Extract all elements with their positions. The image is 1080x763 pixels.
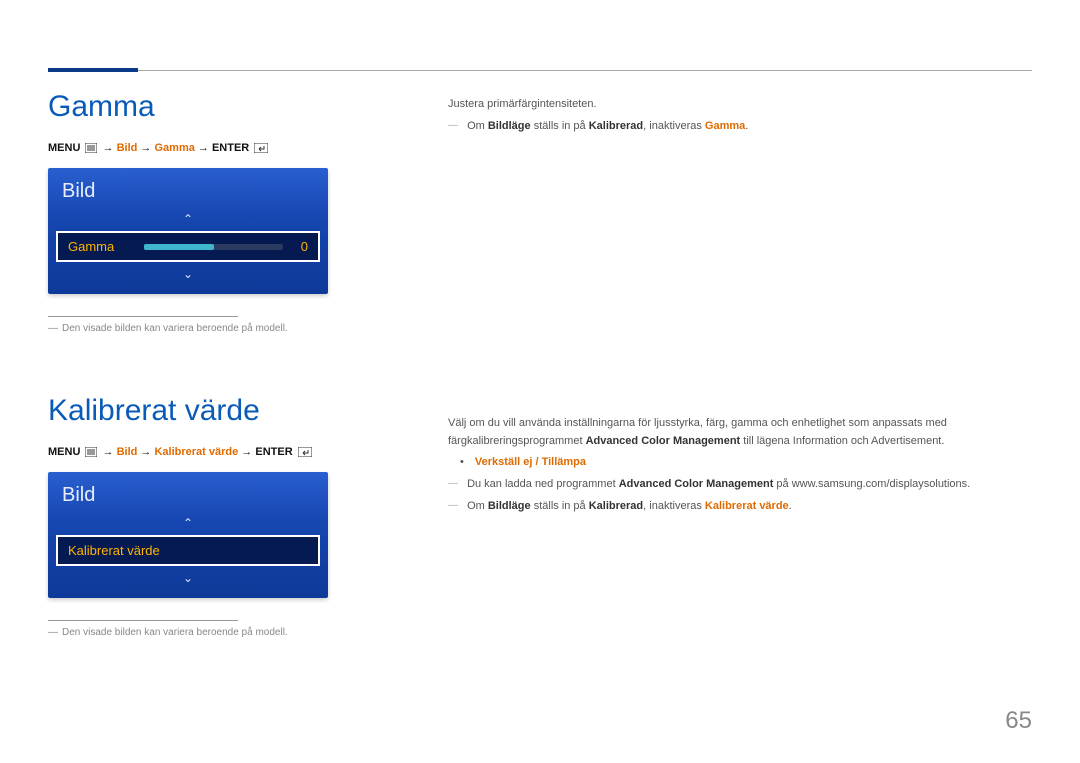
kalibrerat-right-text: Välj om du vill använda inställningarna …: [448, 415, 1032, 515]
breadcrumb-gamma: Gamma: [154, 142, 194, 154]
kalibrerat-osd-panel: Bild ⌃ Kalibrerat värde ⌄: [48, 472, 328, 598]
t: .: [789, 500, 792, 512]
chevron-down-icon[interactable]: ⌄: [48, 570, 328, 586]
breadcrumb-kalibrerat: Kalibrerat värde: [154, 446, 238, 458]
header-accent: [48, 68, 138, 72]
caption-dash: ―: [48, 627, 58, 638]
enter-icon: [254, 142, 268, 154]
breadcrumb-bild: Bild: [117, 142, 138, 154]
t: , inaktiveras: [643, 120, 705, 132]
osd-panel-title: Bild: [48, 178, 328, 211]
t: Kalibrerad: [589, 500, 643, 512]
t: .: [745, 120, 748, 132]
kalibrerat-disable-note: Om Bildläge ställs in på Kalibrerad, ina…: [448, 498, 1032, 516]
t: ställs in på: [531, 500, 589, 512]
kalibrerat-download-note: Du kan ladda ned programmet Advanced Col…: [448, 476, 1032, 494]
t: Om: [467, 120, 488, 132]
breadcrumb-enter: ENTER: [212, 142, 249, 154]
chevron-up-icon[interactable]: ⌃: [48, 211, 328, 227]
chevron-up-icon[interactable]: ⌃: [48, 515, 328, 531]
gamma-breadcrumb: MENU → Bild → Gamma → ENTER: [48, 142, 388, 154]
content-area: Gamma MENU → Bild → Gamma → ENTER Bild ⌃: [48, 90, 1032, 698]
gamma-caption: ― Den visade bilden kan variera beroende …: [48, 323, 388, 334]
menu-icon: [85, 446, 97, 458]
t: Bildläge: [488, 120, 531, 132]
caption-divider: [48, 316, 238, 317]
kalibrerat-options: Verkställ ej / Tillämpa: [448, 454, 1032, 472]
breadcrumb-enter: ENTER: [255, 446, 292, 458]
kalibrerat-caption: ― Den visade bilden kan variera beroende …: [48, 627, 388, 638]
chevron-down-icon[interactable]: ⌄: [48, 266, 328, 282]
kalibrerat-osd-row[interactable]: Kalibrerat värde: [56, 535, 320, 566]
t: Gamma: [705, 120, 745, 132]
t: ställs in på: [531, 120, 589, 132]
gamma-osd-row[interactable]: Gamma 0: [56, 231, 320, 262]
t: Advanced Color Management: [619, 478, 774, 490]
t: Advanced Color Management: [586, 435, 741, 447]
gamma-right-text: Justera primärfärgintensiteten. Om Bildl…: [448, 96, 1032, 135]
breadcrumb-bild: Bild: [117, 446, 138, 458]
gamma-note: Om Bildläge ställs in på Kalibrerad, ina…: [448, 118, 1032, 136]
header-divider: [48, 70, 1032, 71]
osd-panel-title: Bild: [48, 482, 328, 515]
kalibrerat-section: Kalibrerat värde MENU → Bild → Kalibrera…: [48, 394, 388, 638]
caption-text: Den visade bilden kan variera beroende p…: [62, 323, 288, 334]
kalibrerat-breadcrumb: MENU → Bild → Kalibrerat värde → ENTER: [48, 446, 388, 458]
osd-row-value: 0: [293, 239, 308, 254]
caption-divider: [48, 620, 238, 621]
left-column: Gamma MENU → Bild → Gamma → ENTER Bild ⌃: [48, 90, 388, 698]
osd-row-label: Gamma: [68, 239, 114, 254]
t: Du kan ladda ned programmet: [467, 478, 619, 490]
menu-icon: [85, 142, 97, 154]
kalibrerat-title: Kalibrerat värde: [48, 394, 388, 428]
t: Verkställ ej / Tillämpa: [475, 456, 586, 468]
t: på www.samsung.com/displaysolutions.: [773, 478, 970, 490]
t: Bildläge: [488, 500, 531, 512]
breadcrumb-menu: MENU: [48, 446, 80, 458]
enter-icon: [298, 446, 312, 458]
page-number: 65: [1005, 707, 1032, 735]
gamma-section: Gamma MENU → Bild → Gamma → ENTER Bild ⌃: [48, 90, 388, 334]
caption-dash: ―: [48, 323, 58, 334]
t: Kalibrerad: [589, 120, 643, 132]
caption-text: Den visade bilden kan variera beroende p…: [62, 627, 288, 638]
t: , inaktiveras: [643, 500, 705, 512]
kalibrerat-desc: Välj om du vill använda inställningarna …: [448, 415, 1032, 450]
breadcrumb-menu: MENU: [48, 142, 80, 154]
gamma-desc: Justera primärfärgintensiteten.: [448, 96, 1032, 114]
right-column: Justera primärfärgintensiteten. Om Bildl…: [448, 90, 1032, 698]
gamma-osd-panel: Bild ⌃ Gamma 0 ⌄: [48, 168, 328, 294]
osd-row-label: Kalibrerat värde: [68, 543, 160, 558]
manual-page: Gamma MENU → Bild → Gamma → ENTER Bild ⌃: [0, 0, 1080, 763]
t: Om: [467, 500, 488, 512]
gamma-slider[interactable]: [144, 244, 283, 250]
t: till lägena Information och Advertisemen…: [740, 435, 944, 447]
gamma-title: Gamma: [48, 90, 388, 124]
t: Kalibrerat värde: [705, 500, 789, 512]
gamma-slider-fill: [144, 244, 213, 250]
